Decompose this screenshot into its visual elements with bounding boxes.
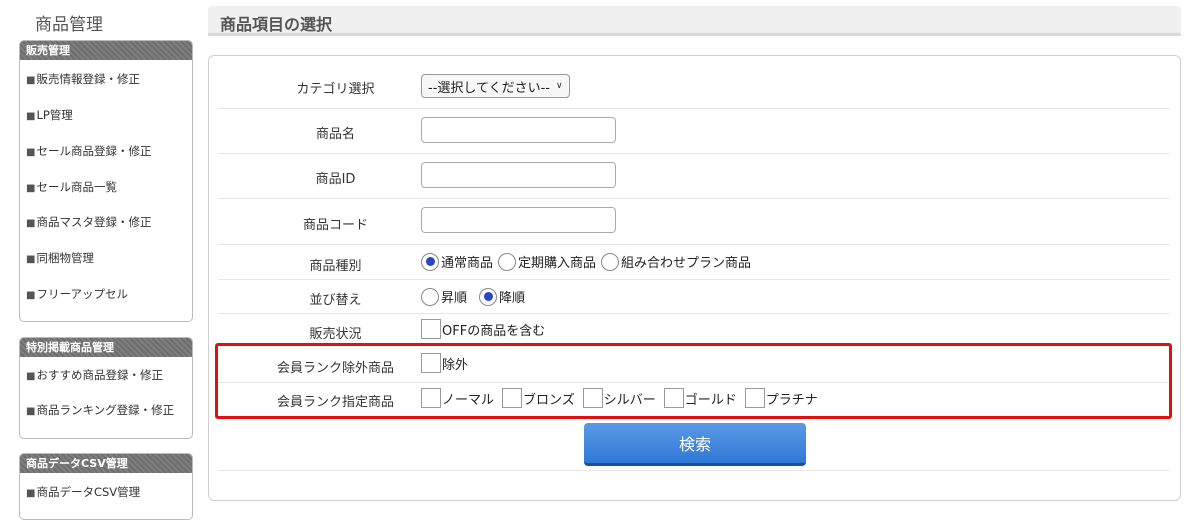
- product-id-label: 商品ID: [315, 172, 356, 187]
- product-code-row: 商品コード: [218, 199, 1170, 245]
- sidebar-item-master[interactable]: ■商品マスタ登録・修正: [26, 214, 151, 230]
- radio-subscription[interactable]: [498, 252, 517, 271]
- radio-normal-label: 通常商品: [441, 256, 494, 271]
- bullet-icon: ■: [26, 218, 36, 229]
- product-name-row: 商品名: [218, 109, 1170, 154]
- bullet-icon: ■: [26, 111, 36, 122]
- product-name-label: 商品名: [315, 127, 355, 142]
- sidebar-item-sale-register[interactable]: ■セール商品登録・修正: [26, 143, 151, 159]
- radio-combo-label: 組み合わせプラン商品: [621, 256, 752, 271]
- special-listing-panel: 特別掲載商品管理 ■おすすめ商品登録・修正 ■商品ランキング登録・修正: [19, 337, 193, 439]
- sidebar-item-csv[interactable]: ■商品データCSV管理: [26, 484, 140, 500]
- radio-descending[interactable]: [479, 287, 498, 306]
- sales-status-row: 販売状況 OFFの商品を含む: [218, 314, 1170, 346]
- radio-normal[interactable]: [421, 252, 439, 271]
- panel-title: 販売管理: [20, 41, 192, 60]
- sidebar-item-sales-info[interactable]: ■販売情報登録・修正: [26, 71, 140, 87]
- sidebar-item-sale-list[interactable]: ■セール商品一覧: [26, 179, 117, 195]
- member-rank-highlight: [215, 343, 1172, 419]
- sort-row: 並び替え 昇順 降順: [218, 280, 1170, 314]
- sales-status-label: 販売状況: [309, 327, 362, 342]
- app-title: 商品管理: [35, 15, 103, 35]
- radio-ascending[interactable]: [421, 287, 439, 306]
- sales-management-panel: 販売管理 ■販売情報登録・修正 ■LP管理 ■セール商品登録・修正 ■セール商品…: [19, 40, 193, 322]
- include-off-checkbox[interactable]: [421, 319, 441, 339]
- product-code-input[interactable]: [421, 207, 616, 233]
- category-selected-value: --選択してください--: [428, 80, 550, 96]
- radio-ascending-label: 昇順: [441, 291, 468, 306]
- panel-title: 商品データCSV管理: [20, 454, 192, 473]
- category-row: カテゴリ選択 --選択してください-- ∨: [218, 63, 1170, 109]
- sidebar-item-recommend[interactable]: ■おすすめ商品登録・修正: [26, 367, 163, 383]
- radio-selected-dot: [425, 257, 435, 266]
- panel-title: 特別掲載商品管理: [20, 338, 192, 357]
- bullet-icon: ■: [26, 147, 36, 158]
- bullet-icon: ■: [26, 254, 36, 265]
- bullet-icon: ■: [26, 75, 36, 86]
- bullet-icon: ■: [26, 406, 36, 417]
- category-label: カテゴリ選択: [296, 82, 375, 97]
- product-id-row: 商品ID: [218, 154, 1170, 199]
- page-header: 商品項目の選択: [208, 6, 1181, 36]
- radio-descending-label: 降順: [499, 291, 526, 306]
- page-title: 商品項目の選択: [220, 15, 333, 34]
- radio-selected-dot: [483, 292, 493, 301]
- product-type-row: 商品種別 通常商品 定期購入商品 組み合わせプラン商品: [218, 245, 1170, 280]
- include-off-label: OFFの商品を含む: [442, 323, 546, 339]
- product-name-input[interactable]: [421, 117, 616, 143]
- bullet-icon: ■: [26, 488, 36, 499]
- sidebar-item-ranking[interactable]: ■商品ランキング登録・修正: [26, 402, 174, 418]
- csv-panel: 商品データCSV管理 ■商品データCSV管理: [19, 453, 193, 520]
- bullet-icon: ■: [26, 183, 36, 194]
- product-id-input[interactable]: [421, 162, 616, 188]
- category-select[interactable]: --選択してください-- ∨: [421, 74, 570, 98]
- chevron-down-icon: ∨: [555, 81, 563, 91]
- sidebar-item-lp[interactable]: ■LP管理: [26, 107, 73, 123]
- product-code-label: 商品コード: [302, 218, 368, 233]
- sort-label: 並び替え: [309, 293, 362, 308]
- bullet-icon: ■: [26, 290, 36, 301]
- sidebar-item-upsell[interactable]: ■フリーアップセル: [26, 286, 128, 302]
- bullet-icon: ■: [26, 371, 36, 382]
- sidebar-item-bundle[interactable]: ■同梱物管理: [26, 250, 94, 266]
- radio-combo[interactable]: [601, 252, 620, 271]
- search-button[interactable]: 検索: [584, 423, 806, 466]
- radio-subscription-label: 定期購入商品: [518, 256, 597, 271]
- product-type-label: 商品種別: [309, 259, 362, 274]
